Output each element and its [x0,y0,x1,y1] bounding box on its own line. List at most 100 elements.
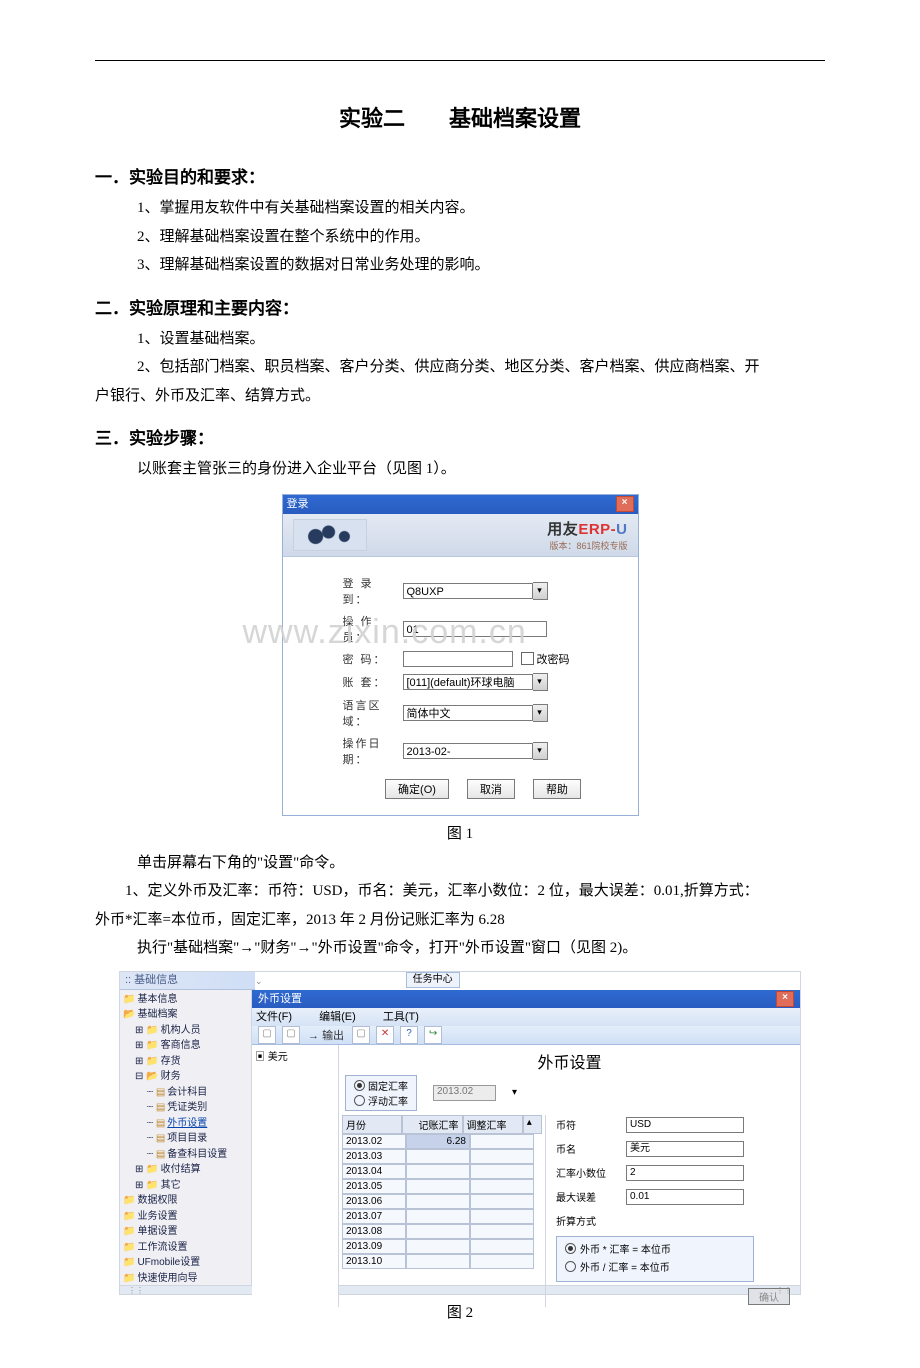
dropdown-icon[interactable]: ▾ [533,704,548,722]
delete-icon[interactable]: ✕ [376,1026,394,1044]
sec2-line-1: 1、设置基础档案。 [137,325,825,354]
ok-button[interactable]: 确定(O) [385,779,449,799]
section-3-heading: 三．实验步骤： [95,424,825,449]
dropdown-icon[interactable]: ▾ [512,1087,517,1098]
currency-item[interactable]: ▣ 美元 [255,1048,335,1063]
dropdown-icon[interactable]: ▾ [533,673,548,691]
figure-1-caption: 图 1 [95,822,825,843]
symbol-input[interactable]: USD [626,1117,744,1133]
step-1b: 外币*汇率=本位币，固定汇率，2013 年 2 月份记账汇率为 6.28 [95,906,825,935]
help-button[interactable]: 帮助 [533,779,581,799]
nav-tree[interactable]: 📁基本信息📂基础档案⊞ 📁机构人员⊞ 📁客商信息⊞ 📁存货⊟ 📂财务┈ ▤会计科… [120,990,252,1285]
tree-node[interactable]: ┈ ▤会计科目 [123,1085,248,1101]
login-title: 登录 [287,495,309,514]
tree-node[interactable]: ⊞ 📁存货 [123,1054,248,1070]
tree-node[interactable]: 📁UFmobile设置 [123,1255,248,1271]
tree-node[interactable]: 📁工作流设置 [123,1240,248,1256]
version-text: 版本：861院校专版 [547,539,627,552]
radio-conv-1[interactable] [565,1243,576,1254]
month-select[interactable]: 2013.02 [433,1085,496,1101]
password-label: 密 码： [343,651,403,667]
section-1-heading: 一．实验目的和要求： [95,163,825,188]
symbol-label: 币符 [556,1117,626,1132]
tree-node[interactable]: ⊟ 📂财务 [123,1069,248,1085]
account-label: 账 套： [343,674,403,690]
name-input[interactable]: 美元 [626,1141,744,1157]
collapse-icon[interactable]: ⌄ [255,975,263,985]
tree-node[interactable]: 📁数据权限 [123,1193,248,1209]
table-row[interactable]: 2013.08 [342,1224,542,1239]
tree-node[interactable]: ┈ ▤备查科目设置 [123,1147,248,1163]
section-2-heading: 二．实验原理和主要内容： [95,294,825,319]
export-button[interactable]: → 输出 [306,1027,346,1043]
sec2-line-2b: 户银行、外币及汇率、结算方式。 [95,382,825,411]
panel-title: 外币设置 [339,1045,800,1075]
radio-fixed[interactable] [354,1080,365,1091]
col-record-rate: 记账汇率 [402,1115,462,1134]
close-icon[interactable]: × [616,496,634,512]
table-row[interactable]: 2013.10 [342,1254,542,1269]
table-row[interactable]: 2013.07 [342,1209,542,1224]
conversion-group: 外币 * 汇率 = 本位币 外币 / 汇率 = 本位币 [556,1236,754,1282]
tree-node[interactable]: 📁业务设置 [123,1209,248,1225]
menu-file[interactable]: 文件(F) [256,1011,304,1023]
menu-edit[interactable]: 编辑(E) [319,1011,368,1023]
tool-bar: ▢ ▢ → 输出 ▢ ✕ ? ↪ [252,1026,800,1045]
task-tab[interactable]: 任务中心 [406,972,460,988]
brand-u: U [616,521,627,538]
date-input[interactable]: 2013-02- [403,743,533,759]
change-password-checkbox[interactable] [521,652,534,665]
cancel-button[interactable]: 取消 [467,779,515,799]
menu-bar[interactable]: 文件(F) 编辑(E) 工具(T) [252,1008,800,1026]
close-icon[interactable]: × [776,991,794,1007]
error-label: 最大误差 [556,1189,626,1204]
step-2: 执行"基础档案"→"财务"→"外币设置"命令，打开"外币设置"窗口（见图 2)。 [95,934,825,963]
table-row[interactable]: 2013.04 [342,1164,542,1179]
tree-node[interactable]: 📁基本信息 [123,992,248,1008]
lang-select[interactable]: 简体中文 [403,705,533,721]
error-input[interactable]: 0.01 [626,1189,744,1205]
tree-node[interactable]: ⊞ 📁客商信息 [123,1038,248,1054]
operator-label: 操 作 员： [343,613,403,645]
exit-icon[interactable]: ↪ [424,1026,442,1044]
toolbar-icon[interactable]: ▢ [282,1026,300,1044]
radio-fixed-label: 固定汇率 [368,1078,408,1093]
table-row[interactable]: 2013.03 [342,1149,542,1164]
server-input[interactable]: Q8UXP [403,583,533,599]
tree-node[interactable]: ⊞ 📁其它 [123,1178,248,1194]
toolbar-icon[interactable]: ▢ [352,1026,370,1044]
currency-list[interactable]: ▣ 美元 [252,1045,339,1307]
decimal-label: 汇率小数位 [556,1165,626,1180]
col-adjust-rate: 调整汇率 [463,1115,523,1134]
tree-node[interactable]: ┈ ▤外币设置 [123,1116,248,1132]
dropdown-icon[interactable]: ▾ [533,742,548,760]
sec1-item-2: 2、理解基础档案设置在整个系统中的作用。 [137,223,825,252]
conv-opt-1: 外币 * 汇率 = 本位币 [580,1241,671,1256]
tree-node[interactable]: ┈ ▤凭证类别 [123,1100,248,1116]
tree-node[interactable]: 📁单据设置 [123,1224,248,1240]
tree-node[interactable]: 📁快速使用向导 [123,1271,248,1285]
tree-node[interactable]: ⊞ 📁收付结算 [123,1162,248,1178]
sec1-item-1: 1、掌握用友软件中有关基础档案设置的相关内容。 [137,194,825,223]
table-row[interactable]: 2013.05 [342,1179,542,1194]
brand-cn: 用友 [547,521,578,538]
table-row[interactable]: 2013.026.28 [342,1134,542,1149]
password-input[interactable] [403,651,513,667]
scroll-up-icon[interactable]: ▴ [523,1115,542,1134]
toolbar-icon[interactable]: ▢ [258,1026,276,1044]
decimal-input[interactable]: 2 [626,1165,744,1181]
table-row[interactable]: 2013.06 [342,1194,542,1209]
radio-float[interactable] [354,1095,365,1106]
tree-node[interactable]: ⊞ 📁机构人员 [123,1023,248,1039]
radio-conv-2[interactable] [565,1261,576,1272]
dropdown-icon[interactable]: ▾ [533,582,548,600]
account-select[interactable]: [011](default)环球电脑 [403,674,533,690]
menu-tool[interactable]: 工具(T) [383,1011,431,1023]
col-month: 月份 [342,1115,402,1134]
tree-node[interactable]: ┈ ▤项目目录 [123,1131,248,1147]
conv-opt-2: 外币 / 汇率 = 本位币 [580,1259,670,1274]
table-row[interactable]: 2013.09 [342,1239,542,1254]
operator-input[interactable]: 01 [403,621,547,637]
tree-node[interactable]: 📂基础档案 [123,1007,248,1023]
help-icon[interactable]: ? [400,1026,418,1044]
